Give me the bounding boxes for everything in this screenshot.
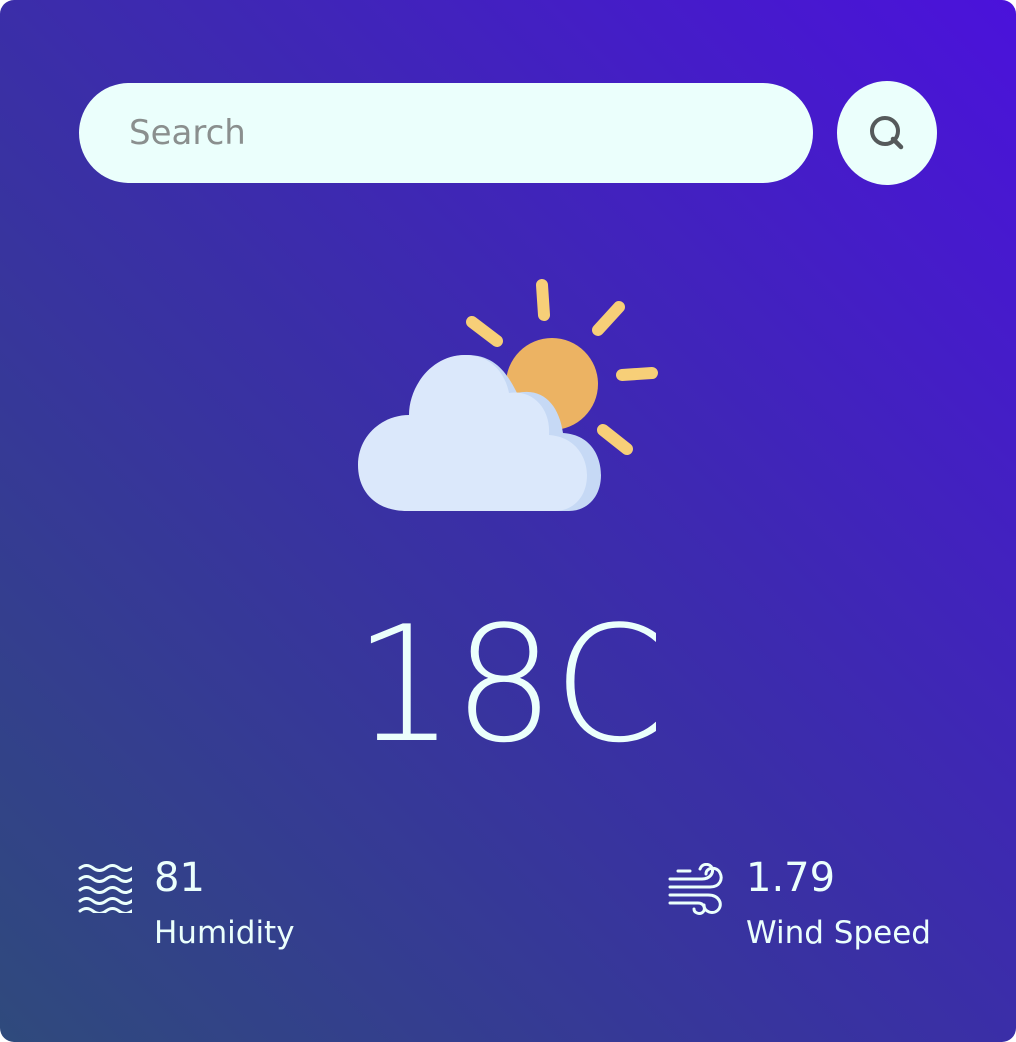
wind-value: 1.79 <box>746 855 836 901</box>
partly-cloudy-icon <box>358 279 658 511</box>
weather-card: 18C 81 Humidity 1. <box>0 0 1016 1042</box>
search-input[interactable] <box>79 83 813 183</box>
humidity-stat: 81 Humidity <box>78 855 295 953</box>
temperature: 18C <box>353 591 664 778</box>
humidity-value: 81 <box>154 855 205 901</box>
wind-icon <box>668 863 723 915</box>
humidity-label: Humidity <box>154 915 295 951</box>
search-icon <box>870 116 904 150</box>
search-button[interactable] <box>837 81 937 185</box>
wind-label: Wind Speed <box>746 915 931 951</box>
wind-stat: 1.79 Wind Speed <box>668 855 931 953</box>
humidity-waves-icon <box>78 864 132 913</box>
